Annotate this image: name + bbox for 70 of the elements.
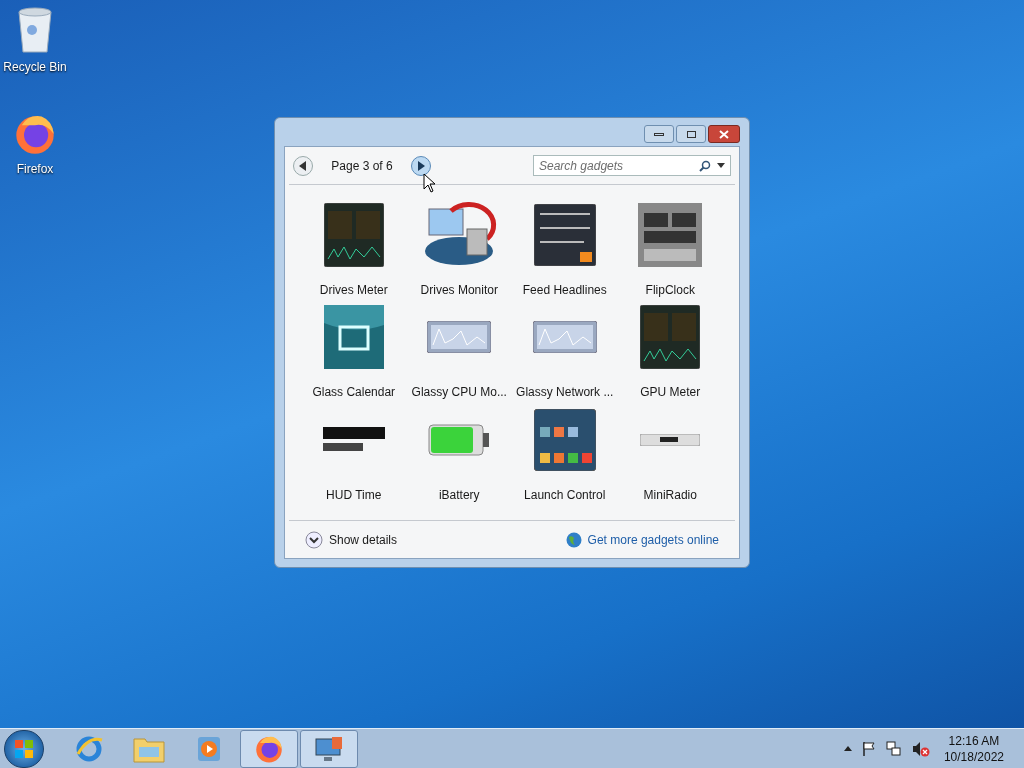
taskbar-button[interactable] [300,729,358,768]
search-input[interactable]: Search gadgets [539,156,693,175]
gadget-name: Drives Monitor [420,282,498,299]
gadget-tile[interactable]: Drives Meter [301,199,407,302]
next-page-button[interactable] [411,155,431,176]
gadget-name: Drives Meter [319,282,388,299]
network-icon[interactable] [885,740,902,757]
gadget-name: MiniRadio [643,486,697,504]
gadget-name: iBattery [438,486,480,504]
gadget-name: GPU Meter [640,384,701,402]
calendar-gadget-drawing [323,305,384,370]
page-indicator: Page 3 of 6 [330,157,394,175]
right-arrow-icon [417,160,425,171]
restore-icon [686,130,696,138]
gadget-tile[interactable]: GPU Meter [617,301,723,404]
gadget-name: Glassy CPU Mo... [411,384,507,402]
mouse-cursor-icon [423,173,436,193]
gadget-name: Launch Control [524,486,606,504]
flag-icon[interactable] [861,741,876,756]
desktop-icon-label[interactable]: Firefox [16,160,54,178]
gadget-name: Feed Headlines [522,282,607,299]
radio-device-drawing [640,433,701,446]
expand-chevron-icon[interactable] [305,530,323,549]
dropdown-caret-icon [717,163,725,168]
restore-button[interactable] [676,125,706,143]
gadget-tile[interactable]: Glassy CPU Mo... [406,301,512,404]
globe-icon [565,531,582,548]
gadget-name: Glass Calendar [312,384,396,402]
desktop-icon-label[interactable]: Recycle Bin [3,58,67,76]
close-button[interactable] [708,125,740,143]
minimize-button[interactable] [644,125,674,143]
recycle-bin-icon [15,6,55,54]
gadget-tile[interactable]: MiniRadio [617,403,723,506]
gadget-tile[interactable]: Feed Headlines [512,199,618,302]
clock-date: 10/18/2022 [943,748,1004,765]
gadget-tile[interactable]: Drives Monitor [406,199,512,302]
gadget-name: Glassy Network ... [516,384,614,402]
flip-clock-drawing [638,203,703,267]
monitor-icon [314,734,344,763]
start-button[interactable] [4,729,44,768]
gadget-tile[interactable]: Launch Control [512,403,618,506]
close-icon [719,129,729,139]
gadget-tile[interactable]: Glass Calendar [301,301,407,404]
previous-page-button[interactable] [293,155,313,176]
minimize-icon [654,132,664,136]
taskbar-button[interactable] [240,729,298,768]
launch-control-drawing [533,408,596,471]
meter-gadget-drawing [640,305,701,370]
gadget-tile[interactable]: iBattery [406,403,512,506]
clock-time: 12:16 AM [948,732,1000,749]
search-field[interactable]: Search gadgets [533,155,731,176]
graph-gadget-drawing [532,321,597,354]
gadget-name: HUD Time [326,486,382,504]
battery-icon [427,422,492,457]
feed-gadget-drawing [533,204,596,266]
graph-gadget-drawing [427,321,492,354]
gadget-tile[interactable]: HUD Time [301,403,407,506]
windows-logo-icon [15,739,33,758]
clock[interactable]: 12:16 AM 10/18/2022 [943,732,1004,765]
gadget-tile[interactable]: FlipClock [617,199,723,302]
meter-gadget-drawing [323,203,384,267]
gadget-name: FlipClock [645,282,695,299]
search-icon [699,159,711,172]
gadget-tile[interactable]: Glassy Network ... [512,301,618,404]
left-arrow-icon [299,160,307,171]
volume-muted-icon[interactable] [911,740,930,757]
show-details-label[interactable]: Show details [329,530,398,549]
media-player-icon [196,734,222,763]
get-more-gadgets-link[interactable]: Get more gadgets online [587,530,719,549]
show-hidden-icons-icon[interactable] [843,746,852,751]
